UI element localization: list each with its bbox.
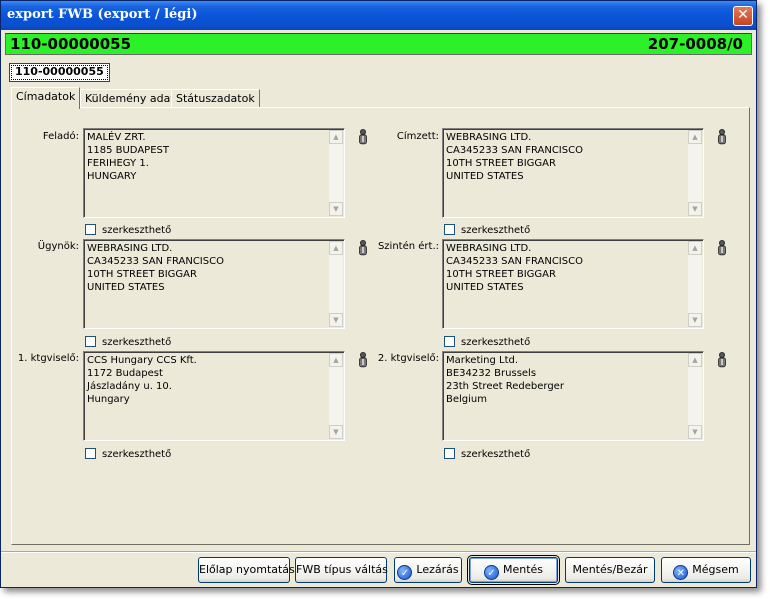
close-icon: ✕ bbox=[737, 7, 749, 23]
checkbox-box[interactable] bbox=[85, 224, 96, 235]
fwb-export-window: export FWB (export / légi) ✕ 110-0000005… bbox=[0, 0, 757, 588]
checkbox-label: szerkeszthető bbox=[461, 225, 531, 236]
scroll-down-icon[interactable]: ▼ bbox=[688, 425, 702, 439]
cancel-icon: ✕ bbox=[673, 565, 689, 580]
fwb-type-switch-button[interactable]: FWB típus váltás bbox=[295, 557, 388, 583]
address-lookup-icon[interactable] bbox=[715, 352, 729, 368]
checkbox-box[interactable] bbox=[444, 336, 455, 347]
close-window-button[interactable]: ✕ bbox=[733, 6, 753, 26]
ktg1-label: 1. ktgviselő: bbox=[17, 353, 79, 364]
tab-cimadatok[interactable]: Címadatok bbox=[11, 87, 81, 109]
felado-label: Feladó: bbox=[42, 131, 79, 142]
tab-statuszadatok[interactable]: Státuszadatok bbox=[171, 89, 260, 108]
lock-button[interactable]: ✓ Lezárás bbox=[394, 557, 462, 583]
felado-field[interactable]: MALÉV ZRT. 1185 BUDAPEST FERIHEGY 1. HUN… bbox=[83, 128, 345, 218]
ugynok-scrollbar[interactable]: ▲ ▼ bbox=[329, 241, 343, 327]
checkbox-label: szerkeszthető bbox=[461, 337, 531, 348]
szinten-field[interactable]: WEBRASING LTD. CA345233 SAN FRANCISCO 10… bbox=[442, 239, 704, 329]
checkbox-box[interactable] bbox=[444, 224, 455, 235]
felado-text: MALÉV ZRT. 1185 BUDAPEST FERIHEGY 1. HUN… bbox=[87, 132, 169, 182]
cancel-label: Mégsem bbox=[692, 563, 739, 576]
save-close-button[interactable]: Mentés/Bezár bbox=[565, 557, 655, 583]
cancel-button[interactable]: ✕ Mégsem bbox=[661, 557, 751, 583]
szinten-editable-checkbox[interactable]: szerkeszthető bbox=[444, 336, 530, 350]
scroll-down-icon[interactable]: ▼ bbox=[329, 202, 343, 216]
scroll-up-icon[interactable]: ▲ bbox=[329, 241, 343, 255]
cimzett-label: Címzett: bbox=[396, 131, 439, 142]
checkbox-label: szerkeszthető bbox=[102, 225, 172, 236]
scroll-up-icon[interactable]: ▲ bbox=[688, 241, 702, 255]
window-title: export FWB (export / légi) bbox=[7, 7, 198, 22]
print-cover-button[interactable]: Előlap nyomtatás bbox=[198, 557, 295, 583]
save-button[interactable]: ✓ Mentés bbox=[467, 555, 560, 585]
ktg1-text: CCS Hungary CCS Kft. 1172 Budapest Jászl… bbox=[87, 355, 197, 405]
ugynok-text: WEBRASING LTD. CA345233 SAN FRANCISCO 10… bbox=[87, 243, 224, 293]
felado-editable-checkbox[interactable]: szerkeszthető bbox=[85, 224, 171, 238]
scroll-up-icon[interactable]: ▲ bbox=[688, 353, 702, 367]
ktg2-field[interactable]: Marketing Ltd. BE34232 Brussels 23th Str… bbox=[442, 351, 704, 441]
checkbox-box[interactable] bbox=[85, 448, 96, 459]
ktg2-label: 2. ktgviselő: bbox=[377, 353, 439, 364]
checkbox-box[interactable] bbox=[444, 448, 455, 459]
title-bar[interactable]: export FWB (export / légi) ✕ bbox=[1, 1, 756, 30]
ktg1-scrollbar[interactable]: ▲ ▼ bbox=[329, 353, 343, 439]
fwb-type-switch-label: FWB típus váltás bbox=[296, 563, 388, 576]
address-lookup-icon[interactable] bbox=[715, 240, 729, 256]
ktg1-field[interactable]: CCS Hungary CCS Kft. 1172 Budapest Jászl… bbox=[83, 351, 345, 441]
cimzett-scrollbar[interactable]: ▲ ▼ bbox=[688, 130, 702, 216]
awb-number: 110-00000055 bbox=[10, 35, 132, 53]
checkbox-label: szerkeszthető bbox=[102, 337, 172, 348]
scroll-down-icon[interactable]: ▼ bbox=[329, 425, 343, 439]
felado-scrollbar[interactable]: ▲ ▼ bbox=[329, 130, 343, 216]
ktg2-scrollbar[interactable]: ▲ ▼ bbox=[688, 353, 702, 439]
scroll-down-icon[interactable]: ▼ bbox=[329, 313, 343, 327]
save-label: Mentés bbox=[502, 563, 544, 576]
awb-header-bar: 110-00000055 207-0008/0 bbox=[5, 33, 752, 55]
scroll-up-icon[interactable]: ▲ bbox=[329, 353, 343, 367]
cimzett-editable-checkbox[interactable]: szerkeszthető bbox=[444, 224, 530, 238]
awb-tab[interactable]: 110-00000055 bbox=[9, 63, 110, 82]
szinten-scrollbar[interactable]: ▲ ▼ bbox=[688, 241, 702, 327]
scroll-up-icon[interactable]: ▲ bbox=[329, 130, 343, 144]
address-lookup-icon[interactable] bbox=[356, 352, 370, 368]
ugynok-field[interactable]: WEBRASING LTD. CA345233 SAN FRANCISCO 10… bbox=[83, 239, 345, 329]
check-icon: ✓ bbox=[397, 565, 413, 580]
ugynok-label: Ügynök: bbox=[37, 241, 79, 252]
address-lookup-icon[interactable] bbox=[715, 129, 729, 145]
check-icon: ✓ bbox=[483, 565, 499, 580]
lock-label: Lezárás bbox=[416, 563, 459, 576]
cimzett-text: WEBRASING LTD. CA345233 SAN FRANCISCO 10… bbox=[446, 132, 583, 182]
scroll-down-icon[interactable]: ▼ bbox=[688, 313, 702, 327]
szinten-label: Szintén ért.: bbox=[377, 241, 439, 252]
checkbox-box[interactable] bbox=[85, 336, 96, 347]
ktg1-editable-checkbox[interactable]: szerkeszthető bbox=[85, 448, 171, 462]
print-cover-label: Előlap nyomtatás bbox=[199, 563, 295, 576]
szinten-text: WEBRASING LTD. CA345233 SAN FRANCISCO 10… bbox=[446, 243, 583, 293]
scroll-up-icon[interactable]: ▲ bbox=[688, 130, 702, 144]
ktg2-editable-checkbox[interactable]: szerkeszthető bbox=[444, 448, 530, 462]
address-lookup-icon[interactable] bbox=[356, 129, 370, 145]
save-close-label: Mentés/Bezár bbox=[572, 563, 648, 576]
house-awb-number: 207-0008/0 bbox=[647, 35, 743, 53]
cimzett-field[interactable]: WEBRASING LTD. CA345233 SAN FRANCISCO 10… bbox=[442, 128, 704, 218]
address-lookup-icon[interactable] bbox=[356, 240, 370, 256]
scroll-down-icon[interactable]: ▼ bbox=[688, 202, 702, 216]
ktg2-text: Marketing Ltd. BE34232 Brussels 23th Str… bbox=[446, 355, 564, 405]
ugynok-editable-checkbox[interactable]: szerkeszthető bbox=[85, 336, 171, 350]
footer-divider bbox=[1, 551, 756, 553]
checkbox-label: szerkeszthető bbox=[102, 449, 172, 460]
checkbox-label: szerkeszthető bbox=[461, 449, 531, 460]
